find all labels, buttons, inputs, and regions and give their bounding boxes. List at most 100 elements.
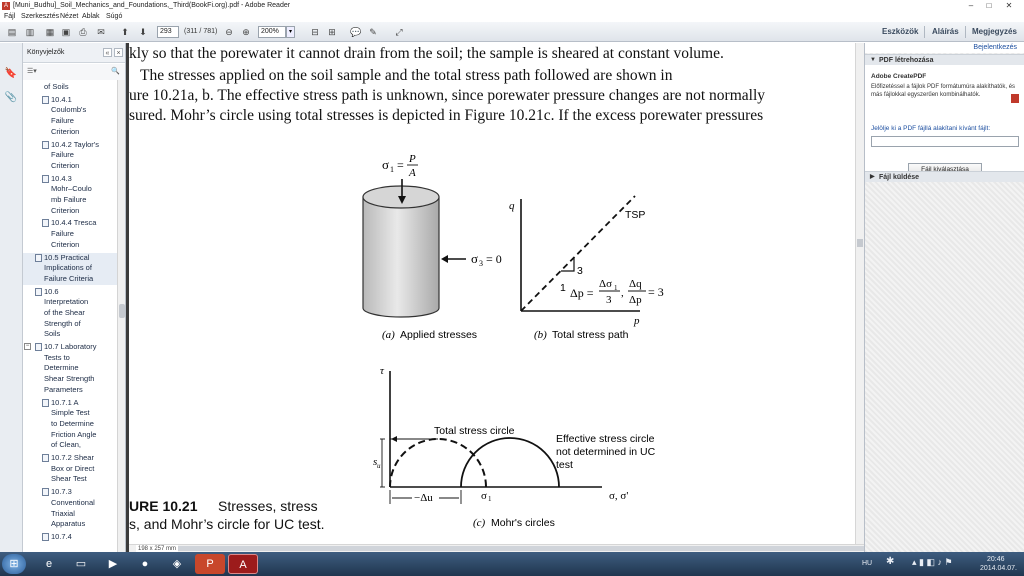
media-player-icon[interactable]: ▶ <box>98 554 128 574</box>
du-label: −Δu <box>414 492 433 504</box>
expand-icon[interactable]: ⤢ <box>393 26 405 38</box>
toolbar: ▤ ▥ ▦ ▣ ⎙ ✉ ⬆ ⬇ 293 (311 / 781) ⊖ ⊕ 200%… <box>0 22 1024 42</box>
bookmark-label: Conventional <box>51 497 95 507</box>
window-title: [Muni_Budhu]_Soil_Mechanics_and_Foundati… <box>13 2 291 9</box>
collapse-toggle-icon[interactable]: − <box>24 343 31 351</box>
document-horizontal-scrollbar[interactable] <box>129 544 903 552</box>
zoom-input[interactable]: 200% <box>258 26 286 38</box>
document-vertical-scrollbar[interactable] <box>855 43 864 544</box>
caption-c: Mohr's circles <box>491 517 555 529</box>
email-icon[interactable]: ✉ <box>95 26 107 38</box>
bookmark-item[interactable]: 10.7.4 <box>23 532 117 543</box>
open-file-icon[interactable]: ▥ <box>24 26 36 38</box>
fit-width-icon[interactable]: ⊞ <box>326 26 338 38</box>
clock-time[interactable]: 20:46 <box>987 556 1005 564</box>
find-bookmark-icon[interactable]: 🔍 <box>111 64 120 80</box>
bookmark-icon <box>42 174 49 183</box>
bookmark-icon <box>35 287 42 296</box>
internet-explorer-icon[interactable]: e <box>34 554 64 574</box>
close-button[interactable]: ✕ <box>998 0 1020 11</box>
bookmarks-icon[interactable]: 🔖 <box>4 67 18 81</box>
start-button-icon[interactable]: ⊞ <box>2 554 26 574</box>
zoom-in-icon[interactable]: ⊕ <box>240 26 252 38</box>
bookmark-item[interactable]: 10.7.3 Conventional Triaxial Apparatus <box>23 487 117 530</box>
tools-button[interactable]: Eszközök <box>882 25 918 39</box>
language-indicator[interactable]: HU <box>862 560 872 568</box>
bookmark-item[interactable]: 10.6 Interpretation of the Shear Strength o… <box>23 287 117 341</box>
bookmark-label: 10.6 <box>44 286 59 296</box>
scroll-thumb[interactable] <box>857 239 863 247</box>
tray-icons[interactable]: ▴ ▮ ◧ ♪ ⚑ <box>912 558 953 567</box>
close-panel-icon[interactable]: × <box>114 48 123 57</box>
create-pdf-icon[interactable]: ▤ <box>6 26 18 38</box>
sigma3-arrowhead <box>441 255 448 263</box>
comment-button[interactable]: Megjegyzés <box>972 25 1017 39</box>
bookmark-label: Parameters <box>44 384 83 394</box>
bookmarks-title: Könyvjelzők <box>27 49 65 56</box>
print-icon[interactable]: ⎙ <box>77 26 89 38</box>
tray-app-icon[interactable]: ✱ <box>886 557 894 567</box>
file-path-input[interactable] <box>871 136 1019 147</box>
menu-file[interactable]: Fájl <box>4 12 15 22</box>
collapse-panel-icon[interactable]: « <box>103 48 112 57</box>
bookmarks-scrollbar[interactable] <box>117 80 125 552</box>
menu-help[interactable]: Súgó <box>106 12 122 22</box>
bookmark-label: 10.5 Practical <box>44 252 90 262</box>
bookmark-item[interactable]: 10.4.1 Coulomb's Failure Criterion <box>23 95 117 138</box>
attachments-icon[interactable]: 📎 <box>4 91 18 105</box>
menu-window[interactable]: Ablak <box>82 12 100 22</box>
comment-icon[interactable]: 💬 <box>350 26 362 38</box>
select-file-label: Jelölje ki a PDF fájllá alakítani kívánt… <box>871 125 991 132</box>
bookmark-item[interactable]: 10.4.3 Mohr–Coulo mb Failure Criterion <box>23 174 117 217</box>
bookmark-item[interactable]: 10.7.2 Shear Box or Direct Shear Test <box>23 453 117 485</box>
effective-stress-label-line2: not determined in UC <box>556 446 656 458</box>
bookmark-label: 10.7.3 <box>51 487 72 497</box>
zoom-dropdown-icon[interactable]: ▾ <box>286 26 295 38</box>
options-icon[interactable]: ☰▾ <box>27 64 37 80</box>
menu-view[interactable]: Nézet <box>60 12 78 22</box>
windows-taskbar: ⊞ e ▭ ▶ ● ◈ P A HU ✱ ▴ ▮ ◧ ♪ ⚑ 20:46 201… <box>0 552 1024 576</box>
scroll-thumb[interactable] <box>119 304 125 318</box>
send-file-section-header[interactable]: ▶ Fájl küldése <box>865 171 1024 182</box>
maximize-button[interactable]: □ <box>980 0 998 11</box>
zoom-out-icon[interactable]: ⊖ <box>223 26 235 38</box>
highlight-icon[interactable]: ✎ <box>367 26 379 38</box>
create-pdf-section-header[interactable]: ▼ PDF létrehozása <box>865 54 1024 65</box>
page-number-input[interactable]: 293 <box>157 26 179 38</box>
fit-page-icon[interactable]: ⊟ <box>309 26 321 38</box>
sigma3-value: = 0 <box>486 252 502 266</box>
product-description-line2: más fájlokkal egyszerűen kombinálhatók. <box>871 92 981 98</box>
sign-button[interactable]: Aláírás <box>932 25 959 39</box>
clock-date[interactable]: 2014.04.07. <box>980 565 1017 573</box>
bookmark-label: Shear Strength <box>44 374 95 384</box>
bookmark-item[interactable]: 10.4.4 Tresca Failure Criterion <box>23 218 117 250</box>
file-explorer-icon[interactable]: ▭ <box>66 554 96 574</box>
document-icon[interactable]: ▦ <box>44 26 56 38</box>
sign-in-link[interactable]: Bejelentkezés <box>865 43 1024 53</box>
effective-stress-circle <box>460 437 560 488</box>
antivirus-icon[interactable]: ◈ <box>162 554 192 574</box>
caption-c-letter: (c) <box>473 517 486 529</box>
sigma1-equals: = <box>397 158 404 172</box>
bookmark-item[interactable]: 10.5 Practical Implications of Failure Cri… <box>23 252 117 285</box>
bookmark-label: mb Failure <box>51 194 87 204</box>
bookmark-item[interactable]: of Soils <box>23 82 117 93</box>
save-icon[interactable]: ▣ <box>60 26 72 38</box>
powerpoint-icon[interactable]: P <box>195 554 225 574</box>
bookmark-label: Soils <box>44 329 61 339</box>
adobe-reader-task-icon[interactable]: A <box>228 554 258 574</box>
firefox-icon[interactable]: ● <box>130 554 160 574</box>
bookmark-item[interactable]: − 10.7 Laboratory Tests to Determine Shear S… <box>23 342 117 396</box>
bookmark-icon <box>35 343 42 352</box>
next-page-icon[interactable]: ⬇ <box>137 26 149 38</box>
scroll-thumb[interactable] <box>143 546 903 551</box>
bookmark-item[interactable]: 10.7.1 A Simple Test to Determine Friction … <box>23 398 117 452</box>
minimize-button[interactable]: – <box>962 0 980 11</box>
figure-10-21: σ 1 = P A σ 3 = 0 (a) Applied stresses q… <box>362 153 664 529</box>
bookmark-label: Friction Angle <box>51 429 97 439</box>
previous-page-icon[interactable]: ⬆ <box>119 26 131 38</box>
menu-edit[interactable]: Szerkesztés <box>21 12 59 22</box>
bookmark-label: of Soils <box>44 82 69 91</box>
product-description-line1: Előfizetéssel a fájlok PDF formátumúra a… <box>871 84 1016 90</box>
bookmark-item[interactable]: 10.4.2 Taylor's Failure Criterion <box>23 140 117 172</box>
